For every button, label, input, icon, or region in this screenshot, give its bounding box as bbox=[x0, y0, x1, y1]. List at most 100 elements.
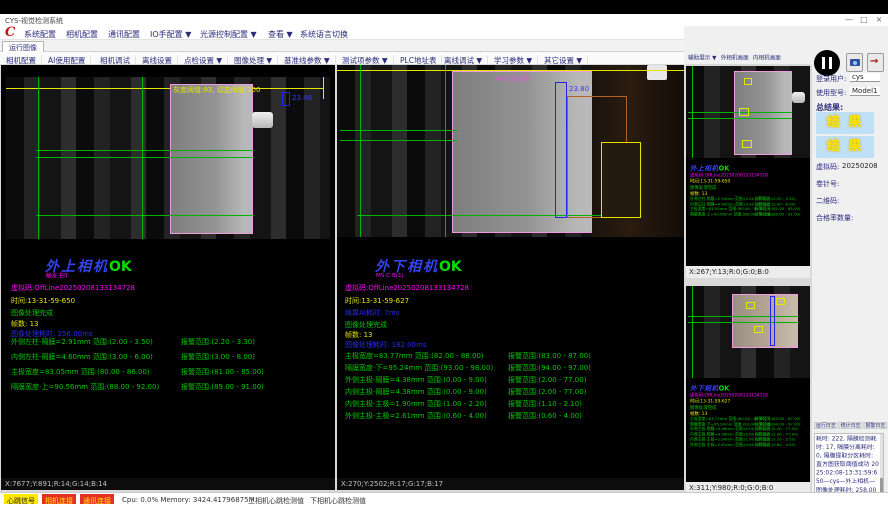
camera-capture-button[interactable] bbox=[846, 53, 863, 72]
measure-row: 外侧主极-隔膜=4.38mm 范围:(0.00 - 9.00)报警范围:(2.0… bbox=[345, 375, 692, 385]
log-scrollbar[interactable] bbox=[880, 434, 883, 498]
overlay-green-line bbox=[340, 140, 457, 141]
exit-arrow-icon: → bbox=[870, 56, 878, 67]
login-user-label: 登录用户: bbox=[816, 74, 846, 84]
status-bar: 心跳信号 相机连接 通讯连接 Cpu: 0.0% Memory: 3424.41… bbox=[0, 492, 888, 504]
threshold-overlay-text: 灰度阈值:93, 动态阈值:100 bbox=[173, 85, 260, 95]
mini-view1[interactable]: 外上相机OK 虚拟码:OffLine20250208133134728 时间:1… bbox=[686, 66, 810, 278]
barcode-line: 虚拟码:OffLine20250208133134728 bbox=[11, 283, 135, 293]
log-tab-bar: 运行日志统计日志报警日志 bbox=[814, 422, 878, 429]
qr-label: 二维码: bbox=[816, 196, 839, 206]
overlay-yellow-line bbox=[323, 77, 324, 99]
overlay-green-line bbox=[36, 150, 254, 151]
trigger-note: MS:C.B(1) bbox=[376, 272, 404, 278]
count-label: 合格率数量: bbox=[816, 213, 853, 223]
maximize-button[interactable]: □ bbox=[857, 15, 871, 25]
tab-feature bbox=[252, 112, 273, 128]
minimize-button[interactable]: — bbox=[842, 15, 856, 25]
measure-row: 外侧左柱-隔膜=2.91mm 范围:(2.00 - 3.50)报警范围:(2.2… bbox=[11, 337, 345, 347]
time-line: 时间:13-31-59-627 bbox=[345, 296, 409, 306]
camera-icon bbox=[850, 59, 860, 66]
measure-label: 23.80 bbox=[569, 85, 589, 93]
title-bar: CYS-视觉检测系统 — □ × bbox=[0, 14, 888, 26]
app-logo-icon: C bbox=[5, 26, 15, 40]
lower-cam-heartbeat-text: 下相机心跳检测值 bbox=[310, 496, 366, 506]
close-button[interactable]: × bbox=[872, 15, 886, 25]
model-value[interactable]: Model1 bbox=[850, 87, 880, 96]
vcode-value: 20250208 bbox=[842, 162, 878, 170]
mini-view1-image bbox=[686, 66, 810, 158]
barcode-line: 虚拟码:OffLine20250208133134728 bbox=[345, 283, 469, 293]
mini-view1-text: 外上相机OK 虚拟码:OffLine20250208133134728 时间:1… bbox=[690, 164, 811, 217]
menu-camera-config[interactable]: 相机配置 bbox=[66, 29, 98, 40]
electrode-region bbox=[170, 84, 253, 234]
menu-view[interactable]: 查看 ▼ bbox=[268, 29, 293, 40]
exit-button[interactable]: → bbox=[867, 53, 884, 72]
app-window: CYS-视觉检测系统 — □ × C 系统配置 相机配置 通讯配置 IO手配置 … bbox=[0, 0, 888, 522]
measure-row: 内侧左柱-隔膜=4.60mm 范围:(3.00 - 6.00)报警范围:(3.0… bbox=[11, 352, 345, 362]
ai-elapsed-line: 纯算AI耗时: 7ms bbox=[345, 308, 399, 318]
login-user-value[interactable]: cys bbox=[850, 73, 880, 82]
log-tab-run[interactable]: 运行日志 bbox=[814, 422, 838, 429]
measure-row: 主极宽度=83.05mm 范围:(80.00 - 86.00)报警范围:(81.… bbox=[11, 367, 345, 377]
roi-box bbox=[601, 142, 641, 218]
log-tab-alarm[interactable]: 报警日志 bbox=[864, 422, 888, 429]
menu-language-switch[interactable]: 系统语言切换 bbox=[300, 29, 348, 40]
mini-view2-image bbox=[686, 286, 810, 378]
mini-view2-text: 外下相机OK 虚拟码:OffLine20250208133134728 时间:1… bbox=[690, 384, 811, 448]
overlay-green-line bbox=[36, 215, 254, 216]
model-label: 使用型号: bbox=[816, 88, 846, 98]
mini-view1-coords: X:267;Y:13;R:0;G:0;B:0 bbox=[686, 266, 810, 278]
camera1-image[interactable]: 23.46 灰度阈值:93, 动态阈值:100 bbox=[6, 77, 330, 239]
measure-row: 外侧主极-主极=2.61mm 范围:(0.60 - 4.00)报警范围:(0.6… bbox=[345, 411, 692, 421]
overlay-green-line bbox=[445, 65, 446, 237]
pause-icon bbox=[829, 57, 832, 69]
menu-io-config[interactable]: IO手配置 ▼ bbox=[150, 29, 191, 40]
heartbeat-badge: 心跳信号 bbox=[4, 494, 38, 504]
log-tab-stat[interactable]: 统计日志 bbox=[839, 422, 863, 429]
measure-row: 内侧主极-隔膜=4.38mm 范围:(0.00 - 9.00)报警范围:(2.0… bbox=[345, 387, 692, 397]
measure-row: 内侧主极-主极=1.90mm 范围:(1.00 - 2.20)报警范围:(1.1… bbox=[345, 399, 692, 409]
done-line: 图像处理完成 bbox=[345, 320, 387, 330]
comm-link-badge: 通讯连接 bbox=[80, 494, 114, 504]
pin-label: 卷针号: bbox=[816, 179, 839, 189]
cpu-memory-text: Cpu: 0.0% Memory: 3424.41796875M bbox=[122, 496, 255, 504]
overlay-green-line bbox=[36, 157, 254, 158]
vcode-label: 虚拟码: bbox=[816, 162, 839, 172]
measure-row: 隔膜宽度-下=95.24mm 范围:(93.00 - 98.00)报警范围:(9… bbox=[345, 363, 692, 373]
mini-view2[interactable]: 外下相机OK 虚拟码:OffLine20250208133134728 时间:1… bbox=[686, 286, 810, 494]
result-box-2: 结 果 bbox=[816, 136, 874, 158]
measure-label: 23.46 bbox=[292, 94, 312, 102]
camera2-image[interactable]: 23.80 AI检测画板 bbox=[337, 65, 684, 237]
camera1-panel: 23.46 灰度阈值:93, 动态阈值:100 外上相机OK 触发:拍T 虚拟码… bbox=[1, 65, 335, 490]
pause-button[interactable] bbox=[814, 50, 840, 76]
mini-tab-outer-cam[interactable]: 外相机画面 bbox=[721, 55, 749, 61]
measure-box bbox=[555, 82, 567, 218]
camera1-coords-bar: X:7677;Y:891;R:14;G:14;B:14 bbox=[1, 478, 335, 490]
overlay-green-line bbox=[340, 130, 457, 131]
mini-tab-aux[interactable]: 辅助展示 ▼ bbox=[688, 55, 716, 61]
measure-row: 隔膜宽度-上=90.56mm 范围:(88.00 - 92.00)报警范围:(8… bbox=[11, 382, 345, 392]
mini-tab-bar: 辅助展示 ▼ 外相机画面内相机画面 bbox=[686, 52, 810, 65]
log-box[interactable]: 耗时: 222, 隔膜检测耗时: 17, 隔膜分离耗时: 0, 隔膜提取分区耗时… bbox=[814, 433, 884, 499]
upper-cam-heartbeat-text: 上相机心跳检测值 bbox=[248, 496, 304, 506]
control-panel: → 登录用户: cys 使用型号: Model1 总结果: 结 果 结 果 虚拟… bbox=[812, 48, 888, 503]
bright-spot bbox=[647, 65, 667, 80]
tab-run-image[interactable]: 运行图像 bbox=[2, 41, 44, 52]
result-box-1: 结 果 bbox=[816, 112, 874, 134]
menu-system-config[interactable]: 系统配置 bbox=[24, 29, 56, 40]
menu-comm-config[interactable]: 通讯配置 bbox=[108, 29, 140, 40]
frames-line: 帧数: 13 bbox=[345, 330, 373, 340]
ai-overlay-text: AI检测画板 bbox=[495, 74, 530, 84]
mini-tab-inner-cam[interactable]: 内相机画面 bbox=[753, 55, 781, 61]
camera-link-badge: 相机连接 bbox=[42, 494, 76, 504]
toolbar: 相机配置 AI使用配置 相机调试 离线设置 点检设置 ▼ 图像处理 ▼ 基准线参… bbox=[0, 52, 684, 65]
frames-line: 帧数: 13 bbox=[11, 319, 39, 329]
menu-light-config[interactable]: 光源控制配置 ▼ bbox=[200, 29, 257, 40]
pause-icon bbox=[822, 57, 825, 69]
screen-top-strip bbox=[0, 0, 888, 14]
camera2-panel: 23.80 AI检测画板 外下相机OK MS:C.B(1) 虚拟码:OffLin… bbox=[337, 65, 684, 490]
measure-row: 主极宽度=83.77mm 范围:(82.00 - 88.00)报警范围:(83.… bbox=[345, 351, 692, 361]
trigger-note: 触发:拍T bbox=[46, 272, 68, 280]
measure-box bbox=[282, 92, 290, 106]
